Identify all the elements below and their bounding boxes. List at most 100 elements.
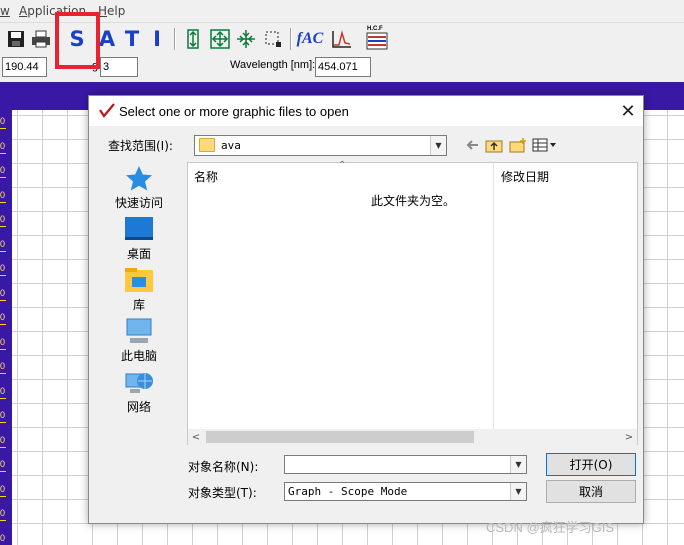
value2-field[interactable]: 3 bbox=[100, 57, 138, 77]
chevron-down-icon[interactable]: ▼ bbox=[430, 136, 446, 155]
column-header-name[interactable]: 名称 bbox=[194, 168, 218, 185]
y-tick-mark bbox=[0, 446, 6, 448]
computer-icon bbox=[126, 318, 152, 343]
y-tick-label: 0 bbox=[0, 532, 6, 543]
close-button[interactable]: ✕ bbox=[617, 101, 639, 122]
spectrum-fit-icon[interactable]: fAC bbox=[297, 27, 324, 51]
library-icon bbox=[125, 268, 153, 292]
autoscale-xy-icon[interactable] bbox=[208, 27, 232, 51]
filetype-label: 对象类型(T): bbox=[188, 486, 257, 500]
star-icon bbox=[126, 166, 152, 191]
y-tick-mark bbox=[0, 348, 6, 350]
open-file-dialog: Select one or more graphic files to open… bbox=[88, 95, 644, 524]
column-header-date[interactable]: 修改日期 bbox=[501, 168, 549, 185]
place-label: 网络 bbox=[126, 400, 151, 414]
y-tick-mark bbox=[0, 422, 6, 423]
place-libraries[interactable]: 库 bbox=[107, 266, 171, 313]
y-tick-label: 0 bbox=[0, 483, 6, 494]
transmittance-mode-button[interactable]: T bbox=[120, 27, 144, 51]
toolbar: S A T I fAC H.C.F bbox=[0, 22, 684, 55]
chevron-down-icon[interactable]: ▼ bbox=[510, 483, 526, 500]
place-this-pc[interactable]: 此电脑 bbox=[107, 317, 171, 364]
scroll-left-icon[interactable]: < bbox=[190, 429, 202, 445]
look-in-label: 查找范围(I): bbox=[108, 139, 173, 153]
place-label: 库 bbox=[132, 298, 145, 312]
network-icon bbox=[125, 373, 153, 393]
zoom-box-icon[interactable] bbox=[261, 27, 285, 51]
empty-folder-message: 此文件夹为空。 bbox=[371, 194, 456, 208]
chevron-down-icon[interactable]: ▼ bbox=[510, 456, 526, 473]
y-tick-mark bbox=[0, 152, 6, 154]
new-folder-icon[interactable] bbox=[509, 136, 527, 154]
y-tick-mark bbox=[0, 226, 6, 227]
y-tick-mark bbox=[0, 397, 6, 399]
y-tick-label: 0 bbox=[0, 238, 6, 249]
menu-help[interactable]: Help bbox=[98, 4, 125, 18]
value1-field[interactable]: 190.44 bbox=[2, 57, 47, 77]
save-icon[interactable] bbox=[4, 27, 28, 51]
y-tick-mark bbox=[0, 471, 6, 472]
y-tick-mark bbox=[0, 250, 6, 252]
parameter-row: 190.44 g 3 Wavelength [nm]: 454.071 bbox=[0, 55, 684, 82]
y-tick-label: 0 bbox=[0, 361, 6, 371]
y-axis-strip bbox=[0, 110, 12, 545]
back-arrow-icon[interactable] bbox=[464, 136, 480, 154]
place-quick-access[interactable]: 快速访问 bbox=[107, 164, 171, 211]
up-folder-icon[interactable] bbox=[485, 136, 503, 154]
dialog-titlebar: Select one or more graphic files to open… bbox=[89, 96, 643, 126]
filetype-combo[interactable]: Graph - Scope Mode ▼ bbox=[284, 482, 527, 501]
horizontal-scrollbar[interactable]: < > bbox=[188, 429, 637, 445]
y-tick-mark bbox=[0, 201, 6, 203]
y-tick-label: 0 bbox=[0, 140, 6, 151]
filename-label: 对象名称(N): bbox=[188, 460, 259, 474]
y-tick-mark bbox=[0, 177, 6, 178]
hcf-icon[interactable]: H.C.F bbox=[365, 26, 389, 51]
irradiance-mode-button[interactable]: I bbox=[145, 27, 169, 51]
wavelength-label: Wavelength [nm]: bbox=[230, 59, 316, 71]
place-label: 此电脑 bbox=[120, 349, 157, 363]
filetype-value: Graph - Scope Mode bbox=[288, 485, 408, 498]
y-tick-mark bbox=[0, 128, 6, 129]
dialog-title: Select one or more graphic files to open bbox=[119, 104, 349, 119]
y-tick-label: 0 bbox=[0, 434, 6, 445]
y-tick-label: 0 bbox=[0, 165, 6, 175]
y-tick-mark bbox=[0, 299, 6, 301]
folder-icon bbox=[199, 138, 215, 152]
y-tick-label: 0 bbox=[0, 312, 6, 322]
y-tick-label: 0 bbox=[0, 263, 6, 273]
place-network[interactable]: 网络 bbox=[107, 368, 171, 415]
y-tick-mark bbox=[0, 520, 6, 521]
place-desktop[interactable]: 桌面 bbox=[107, 215, 171, 262]
column-divider[interactable] bbox=[493, 163, 494, 430]
peak-icon[interactable] bbox=[330, 27, 354, 51]
view-menu-icon[interactable] bbox=[532, 136, 558, 154]
look-in-combo[interactable]: ava ▼ bbox=[194, 135, 447, 156]
y-tick-label: 0 bbox=[0, 336, 6, 347]
cancel-button[interactable]: 取消 bbox=[546, 480, 636, 503]
places-bar: 快速访问 桌面 库 此电脑 网络 bbox=[107, 162, 171, 422]
y-tick-label: 0 bbox=[0, 189, 6, 200]
toolbar-separator bbox=[174, 28, 176, 50]
scroll-right-icon[interactable]: > bbox=[623, 429, 635, 445]
y-tick-mark bbox=[0, 324, 6, 325]
scrollbar-thumb[interactable] bbox=[206, 431, 474, 443]
file-list[interactable]: ⌃ 名称 修改日期 此文件夹为空。 < > bbox=[187, 160, 638, 445]
place-label: 快速访问 bbox=[114, 196, 163, 210]
place-label: 桌面 bbox=[126, 247, 151, 261]
sort-caret-icon: ⌃ bbox=[338, 160, 347, 171]
zoom-fit-icon[interactable] bbox=[234, 27, 258, 51]
highlight-box bbox=[55, 12, 100, 69]
filename-input[interactable]: ▼ bbox=[284, 455, 527, 474]
y-tick-label: 0 bbox=[0, 214, 6, 224]
y-tick-label: 0 bbox=[0, 287, 6, 298]
wavelength-field[interactable]: 454.071 bbox=[315, 57, 371, 77]
y-tick-label: 0 bbox=[0, 385, 6, 396]
y-tick-label: 0 bbox=[0, 116, 6, 126]
look-in-value: ava bbox=[221, 139, 241, 152]
print-icon[interactable] bbox=[29, 27, 53, 51]
menu-bar: w Application Help bbox=[0, 0, 684, 22]
open-button[interactable]: 打开(O) bbox=[546, 453, 636, 476]
toolbar-separator bbox=[290, 28, 292, 50]
autoscale-y-icon[interactable] bbox=[181, 27, 205, 51]
menu-window[interactable]: w bbox=[0, 4, 10, 18]
